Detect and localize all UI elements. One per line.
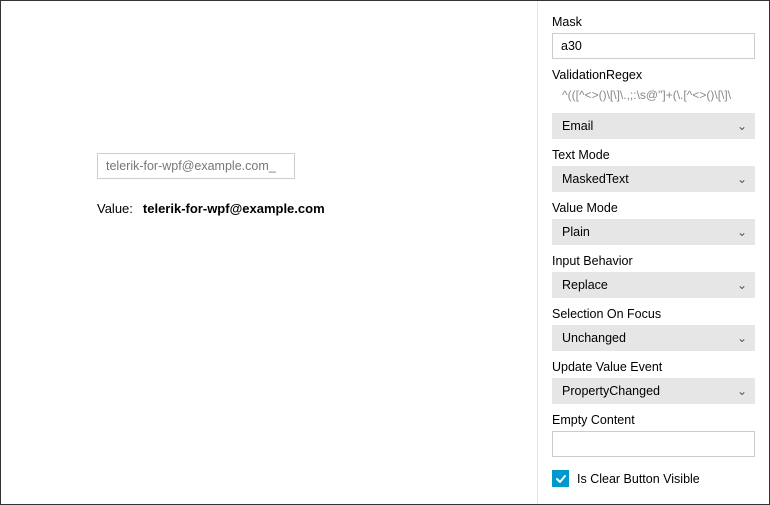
validation-regex-value: ^(([^<>()\[\]\.,;:\s@"]+(\.[^<>()\[\]\: [552, 86, 755, 104]
text-mode-label: Text Mode: [552, 148, 755, 162]
chevron-down-icon: ⌄: [737, 331, 747, 345]
regex-preset-group: Email ⌄: [552, 113, 755, 139]
text-mode-value: MaskedText: [562, 172, 629, 186]
text-mode-group: Text Mode MaskedText ⌄: [552, 148, 755, 192]
empty-content-group: Empty Content: [552, 413, 755, 457]
chevron-down-icon: ⌄: [737, 225, 747, 239]
update-value-event-value: PropertyChanged: [562, 384, 660, 398]
main-area: Value: telerik-for-wpf@example.com: [1, 1, 537, 504]
update-value-event-group: Update Value Event PropertyChanged ⌄: [552, 360, 755, 404]
selection-on-focus-value: Unchanged: [562, 331, 626, 345]
value-mode-select[interactable]: Plain ⌄: [552, 219, 755, 245]
selection-on-focus-select[interactable]: Unchanged ⌄: [552, 325, 755, 351]
input-behavior-select[interactable]: Replace ⌄: [552, 272, 755, 298]
clear-button-checkbox[interactable]: [552, 470, 569, 487]
value-mode-value: Plain: [562, 225, 590, 239]
value-label: Value:: [97, 201, 133, 216]
value-mode-group: Value Mode Plain ⌄: [552, 201, 755, 245]
input-behavior-value: Replace: [562, 278, 608, 292]
text-mode-select[interactable]: MaskedText ⌄: [552, 166, 755, 192]
value-mode-label: Value Mode: [552, 201, 755, 215]
update-value-event-label: Update Value Event: [552, 360, 755, 374]
properties-panel: Mask ValidationRegex ^(([^<>()\[\]\.,;:\…: [537, 1, 769, 504]
input-behavior-label: Input Behavior: [552, 254, 755, 268]
validation-regex-group: ValidationRegex ^(([^<>()\[\]\.,;:\s@"]+…: [552, 68, 755, 104]
clear-button-visible-row: Is Clear Button Visible: [552, 470, 755, 487]
chevron-down-icon: ⌄: [737, 119, 747, 133]
empty-content-input[interactable]: [552, 431, 755, 457]
selection-on-focus-group: Selection On Focus Unchanged ⌄: [552, 307, 755, 351]
regex-preset-select[interactable]: Email ⌄: [552, 113, 755, 139]
empty-content-label: Empty Content: [552, 413, 755, 427]
value-text: telerik-for-wpf@example.com: [143, 201, 325, 216]
mask-label: Mask: [552, 15, 755, 29]
checkmark-icon: [555, 473, 567, 485]
update-value-event-select[interactable]: PropertyChanged ⌄: [552, 378, 755, 404]
clear-button-label: Is Clear Button Visible: [577, 472, 700, 486]
input-behavior-group: Input Behavior Replace ⌄: [552, 254, 755, 298]
chevron-down-icon: ⌄: [737, 384, 747, 398]
value-row: Value: telerik-for-wpf@example.com: [97, 201, 325, 216]
masked-text-input[interactable]: [97, 153, 295, 179]
mask-field-group: Mask: [552, 15, 755, 59]
chevron-down-icon: ⌄: [737, 278, 747, 292]
selection-on-focus-label: Selection On Focus: [552, 307, 755, 321]
regex-preset-value: Email: [562, 119, 593, 133]
mask-input[interactable]: [552, 33, 755, 59]
app-window: Value: telerik-for-wpf@example.com Mask …: [0, 0, 770, 505]
validation-regex-label: ValidationRegex: [552, 68, 755, 82]
chevron-down-icon: ⌄: [737, 172, 747, 186]
